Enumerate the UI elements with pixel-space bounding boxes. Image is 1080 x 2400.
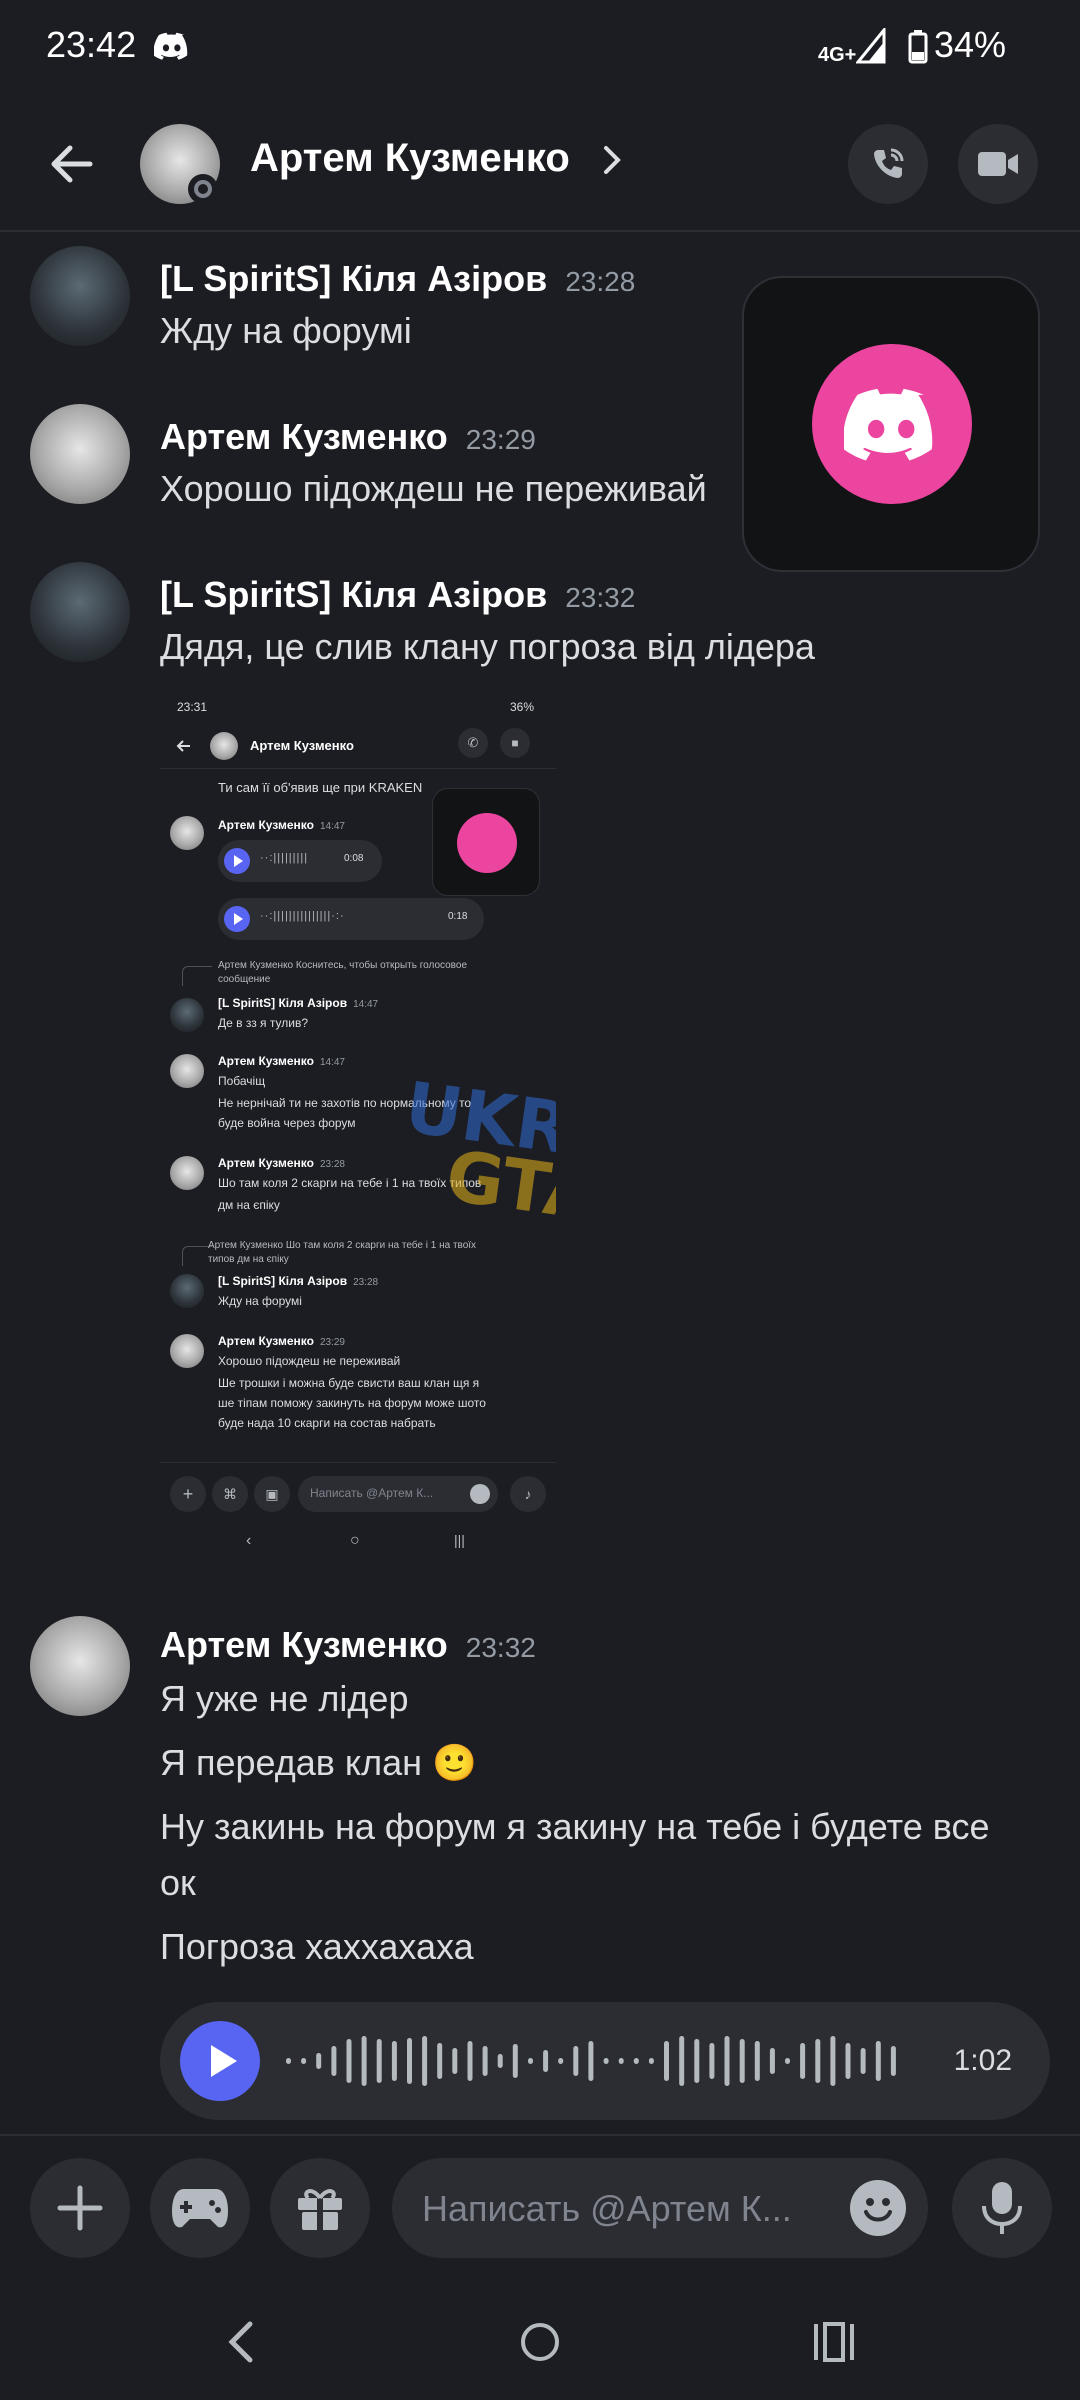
attachment-avatar bbox=[170, 1156, 204, 1190]
attachment-avatar bbox=[170, 1334, 204, 1368]
author-avatar[interactable] bbox=[30, 246, 130, 346]
watermark-logo: UKRAINE GTA bbox=[400, 1066, 556, 1238]
video-camera-icon: ■ bbox=[500, 728, 530, 758]
message-time: 23:29 bbox=[465, 424, 536, 455]
voice-message[interactable]: 1:02 bbox=[160, 2002, 1050, 2120]
attachment-author: Артем Кузменко 14:47 bbox=[218, 818, 345, 832]
attachment-contact-name: Артем Кузменко bbox=[250, 738, 354, 753]
attachment-avatar bbox=[170, 1054, 204, 1088]
chevron-right-icon[interactable] bbox=[600, 142, 624, 183]
message-text: Погроза хаххахаха bbox=[160, 1926, 474, 1967]
attachment-voice: ··:|||||||||||||||·:· 0:18 bbox=[218, 898, 484, 940]
battery-icon bbox=[908, 30, 928, 69]
voice-duration: 1:02 bbox=[953, 2044, 1012, 2077]
gamepad-icon: ⌘ bbox=[212, 1476, 248, 1512]
message-time: 23:28 bbox=[565, 266, 636, 297]
gamepad-icon bbox=[172, 2189, 228, 2228]
video-camera-icon bbox=[978, 152, 1018, 176]
author-name[interactable]: [L SpiritS] Кіля Азіров bbox=[160, 258, 547, 299]
microphone-icon: ♪ bbox=[510, 1476, 546, 1512]
contact-avatar[interactable] bbox=[140, 124, 220, 204]
author-name[interactable]: [L SpiritS] Кіля Азіров bbox=[160, 574, 547, 615]
play-button[interactable] bbox=[180, 2021, 260, 2101]
attachment-avatar bbox=[210, 732, 238, 760]
message-text: Жду на форумі bbox=[160, 310, 412, 351]
emoji-icon[interactable] bbox=[850, 2180, 906, 2236]
arrow-left-icon bbox=[176, 740, 190, 752]
system-navigation-bar bbox=[0, 2284, 1080, 2400]
message-text: Я передав клан 🙂 bbox=[160, 1742, 477, 1783]
message-header: [L SpiritS] Кіля Азіров 23:28 bbox=[160, 258, 635, 300]
chat-header: Артем Кузменко bbox=[0, 96, 1080, 232]
image-attachment[interactable]: 23:31 36% Артем Кузменко ✆ ■ Ти сам її о… bbox=[160, 690, 556, 1565]
message-input[interactable]: Написать @Артем К... bbox=[392, 2158, 928, 2258]
author-name[interactable]: Артем Кузменко bbox=[160, 1624, 448, 1665]
discord-logo-icon bbox=[812, 344, 972, 504]
discord-pip-overlay[interactable] bbox=[742, 276, 1040, 572]
network-type: 4G+ bbox=[818, 44, 857, 66]
message-header: Артем Кузменко 23:32 bbox=[160, 1624, 536, 1666]
signal-icon bbox=[854, 25, 886, 69]
gift-icon bbox=[298, 2189, 342, 2230]
attachment-author: Артем Кузменко 14:47 bbox=[218, 1054, 345, 1068]
message-text: ок bbox=[160, 1862, 196, 1903]
status-bar: 23:42 4G+ 34% bbox=[0, 0, 1080, 96]
discord-notification-icon bbox=[153, 32, 190, 65]
nav-home-icon: ○ bbox=[350, 1532, 360, 1549]
author-avatar[interactable] bbox=[30, 1616, 130, 1716]
attachment-author: Артем Кузменко 23:28 bbox=[218, 1156, 345, 1170]
message-composer: Написать @Артем К... bbox=[0, 2134, 1080, 2284]
plus-icon bbox=[57, 2185, 103, 2231]
attachment-battery: 36% bbox=[510, 700, 535, 714]
attachment-author: [L SpiritS] Кіля Азіров 23:28 bbox=[218, 1274, 379, 1288]
contact-name[interactable]: Артем Кузменко bbox=[250, 136, 570, 181]
attachment-voice: ··:||||||||| 0:08 bbox=[218, 840, 382, 882]
nav-back-icon[interactable] bbox=[226, 2320, 256, 2364]
arrow-left-icon bbox=[51, 145, 93, 183]
message-header: [L SpiritS] Кіля Азіров 23:32 bbox=[160, 574, 635, 616]
back-button[interactable] bbox=[40, 132, 104, 196]
message-text: Дядя, це слив клану погроза від лідера bbox=[160, 626, 815, 667]
nav-home-icon[interactable] bbox=[518, 2320, 562, 2364]
waveform-icon bbox=[286, 2036, 896, 2086]
voice-record-button[interactable] bbox=[952, 2158, 1052, 2258]
attachment-avatar bbox=[170, 1274, 204, 1308]
message-text: Я уже не лідер bbox=[160, 1678, 409, 1719]
activities-button[interactable] bbox=[150, 2158, 250, 2258]
battery-percent: 34% bbox=[934, 24, 1007, 65]
nav-back-icon: ‹ bbox=[246, 1532, 252, 1549]
voice-call-button[interactable] bbox=[848, 124, 928, 204]
phone-icon: ✆ bbox=[458, 728, 488, 758]
attachment-avatar bbox=[170, 816, 204, 850]
message-time: 23:32 bbox=[465, 1632, 536, 1663]
message-time: 23:32 bbox=[565, 582, 636, 613]
attachment-avatar bbox=[170, 998, 204, 1032]
author-name[interactable]: Артем Кузменко bbox=[160, 416, 448, 457]
message-text: Ну закинь на форум я закину на тебе і бу… bbox=[160, 1806, 990, 1847]
status-time: 23:42 bbox=[46, 24, 137, 65]
attachment-text: Ти сам її об'явив ще при KRAKEN bbox=[218, 780, 423, 795]
attachment-author: Артем Кузменко 23:29 bbox=[218, 1334, 345, 1348]
video-call-button[interactable] bbox=[958, 124, 1038, 204]
offline-status-icon bbox=[188, 174, 218, 204]
nav-recents-icon: ||| bbox=[454, 1532, 465, 1548]
message-header: Артем Кузменко 23:29 bbox=[160, 416, 536, 458]
nav-recents-icon[interactable] bbox=[812, 2320, 856, 2364]
attachment-author: [L SpiritS] Кіля Азіров 14:47 bbox=[218, 996, 379, 1010]
add-attachment-button[interactable] bbox=[30, 2158, 130, 2258]
message-text: Хорошо підождеш не переживай bbox=[160, 468, 707, 509]
plus-icon: + bbox=[170, 1476, 206, 1512]
attachment-status-time: 23:31 bbox=[177, 700, 208, 714]
message-input-placeholder: Написать @Артем К... bbox=[422, 2188, 792, 2229]
author-avatar[interactable] bbox=[30, 404, 130, 504]
microphone-icon bbox=[982, 2182, 1022, 2234]
gift-icon: ▣ bbox=[254, 1476, 290, 1512]
gift-button[interactable] bbox=[270, 2158, 370, 2258]
author-avatar[interactable] bbox=[30, 562, 130, 662]
phone-icon bbox=[874, 148, 904, 178]
